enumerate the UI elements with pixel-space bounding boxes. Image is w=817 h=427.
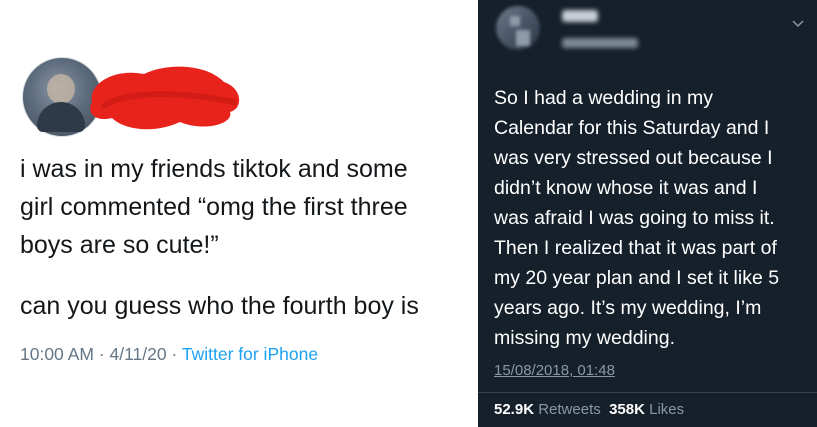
username-redaction <box>90 66 240 130</box>
tweet-text-line: can you guess who the fourth boy is <box>20 292 419 320</box>
tweet-text-line: Then I realized that it was part of <box>494 237 777 259</box>
avatar-pixel <box>516 30 530 46</box>
tweet-text-line: was afraid I was going to miss it. <box>494 207 775 229</box>
tweet-time[interactable]: 10:00 AM <box>20 344 94 364</box>
tweet-date[interactable]: 4/11/20 <box>110 344 167 364</box>
tweet-text: So I had a wedding in my Calendar for th… <box>494 83 814 353</box>
likes-count: 358K <box>609 401 645 418</box>
tweet-metadata: 10:00 AM · 4/11/20 · Twitter for iPhone <box>20 344 318 365</box>
retweets-label: Retweets <box>538 401 601 418</box>
avatar-pixel <box>510 16 520 26</box>
tweet-text-line: boys are so cute!” <box>20 231 219 259</box>
left-tweet-card: i was in my friends tiktok and some girl… <box>0 0 478 427</box>
chevron-down-icon[interactable] <box>792 20 804 28</box>
tweet-text: i was in my friends tiktok and some girl… <box>20 150 468 264</box>
tweet-timestamp[interactable]: 15/08/2018, 01:48 <box>494 362 615 379</box>
tweet-text-line: was very stressed out because I <box>494 147 773 169</box>
tweet-text-line: my 20 year plan and I set it like 5 <box>494 267 780 289</box>
handle-blurred <box>562 38 638 48</box>
tweet-text-paragraph: can you guess who the fourth boy is <box>20 287 468 325</box>
likes-label: Likes <box>649 401 685 418</box>
tweet-text-line: didn’t know whose it was and I <box>494 177 758 199</box>
meta-separator: · <box>98 344 105 364</box>
tweet-text-line: i was in my friends tiktok and some <box>20 155 408 183</box>
right-tweet-card: So I had a wedding in my Calendar for th… <box>478 0 817 427</box>
tweet-text-line: So I had a wedding in my <box>494 87 713 109</box>
tweet-text-line: Calendar for this Saturday and I <box>494 117 770 139</box>
avatar-face <box>47 74 75 104</box>
avatar[interactable] <box>496 6 540 50</box>
tweet-source-link[interactable]: Twitter for iPhone <box>182 344 318 364</box>
retweets-count: 52.9K <box>494 401 535 418</box>
tweet-stats: 52.9K Retweets 358K Likes <box>494 401 684 418</box>
tweet-text-line: missing my wedding. <box>494 327 675 349</box>
retweets-stat[interactable]: 52.9K Retweets <box>494 401 601 418</box>
tweet-text-line: girl commented “omg the first three <box>20 193 408 221</box>
likes-stat[interactable]: 358K Likes <box>609 401 684 418</box>
divider <box>478 392 817 393</box>
avatar-body <box>37 102 85 132</box>
display-name-blurred <box>562 10 598 22</box>
tweet-text-line: years ago. It’s my wedding, I’m <box>494 297 762 319</box>
meta-separator: · <box>171 344 178 364</box>
